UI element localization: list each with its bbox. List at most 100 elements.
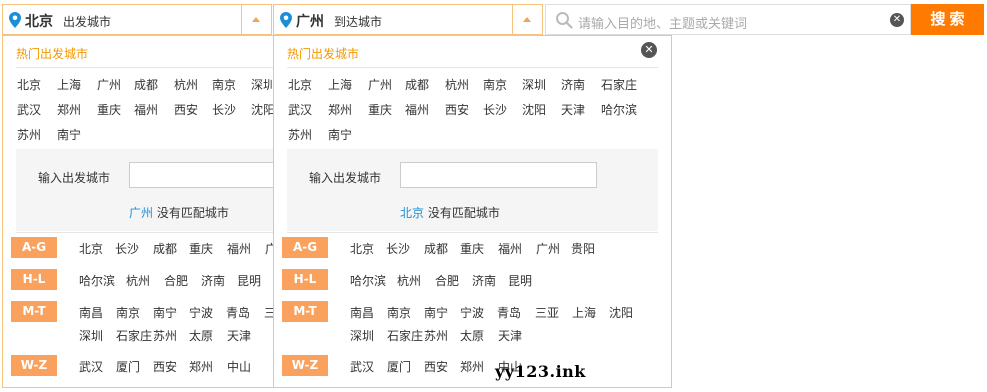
alpha-city-item[interactable]: 哈尔滨 (79, 272, 115, 289)
search-input[interactable]: 请输入目的地、主题或关键词 ✕ (545, 4, 911, 35)
alpha-city-item[interactable]: 南昌 (350, 304, 374, 321)
alpha-city-item[interactable]: 杭州 (126, 272, 150, 289)
hot-city-item[interactable]: 长沙 (483, 101, 507, 118)
alpha-city-item[interactable]: 贵阳 (571, 240, 595, 257)
alpha-city-item[interactable]: 石家庄 (116, 327, 152, 344)
alpha-city-item[interactable]: 深圳 (350, 327, 374, 344)
hot-city-item[interactable]: 重庆 (97, 101, 121, 118)
alpha-city-item[interactable]: 合肥 (164, 272, 188, 289)
hot-city-item[interactable]: 沈阳 (251, 101, 275, 118)
alpha-city-item[interactable]: 济南 (201, 272, 225, 289)
hot-city-item[interactable]: 上海 (328, 76, 352, 93)
alpha-city-item[interactable]: 南宁 (424, 304, 448, 321)
alpha-city-item[interactable]: 重庆 (460, 240, 484, 257)
hot-city-item[interactable]: 南京 (483, 76, 507, 93)
hot-city-item[interactable]: 沈阳 (522, 101, 546, 118)
hot-city-item[interactable]: 深圳 (522, 76, 546, 93)
alpha-city-item[interactable]: 北京 (79, 240, 103, 257)
hot-city-item[interactable]: 郑州 (57, 101, 81, 118)
match-city[interactable]: 广州 (129, 206, 153, 220)
hot-city-item[interactable]: 福州 (134, 101, 158, 118)
alpha-city-item[interactable]: 苏州 (424, 327, 448, 344)
hot-city-item[interactable]: 上海 (57, 76, 81, 93)
alpha-city-item[interactable]: 天津 (227, 327, 251, 344)
hot-city-item[interactable]: 武汉 (17, 101, 41, 118)
hot-city-item[interactable]: 福州 (405, 101, 429, 118)
arrive-toggle[interactable] (512, 5, 542, 34)
alpha-city-item[interactable]: 青岛 (497, 304, 521, 321)
alpha-city-item[interactable]: 太原 (460, 327, 484, 344)
alpha-city-item[interactable]: 沈阳 (609, 304, 633, 321)
alpha-city-item[interactable]: 青岛 (226, 304, 250, 321)
hot-city-item[interactable]: 长沙 (212, 101, 236, 118)
alpha-city-item[interactable]: 太原 (189, 327, 213, 344)
alpha-city-item[interactable]: 西安 (424, 358, 448, 375)
depart-city-selector[interactable]: 北京 出发城市 (2, 4, 272, 35)
hot-city-item[interactable]: 广州 (97, 76, 121, 93)
arrive-city-selector[interactable]: 广州 到达城市 (273, 4, 543, 35)
hot-city-item[interactable]: 南宁 (328, 126, 352, 143)
hot-city-item[interactable]: 杭州 (445, 76, 469, 93)
alpha-city-item[interactable]: 福州 (498, 240, 522, 257)
depart-toggle[interactable] (241, 5, 271, 34)
alpha-city-item[interactable]: 广州 (536, 240, 560, 257)
alpha-city-item[interactable]: 中山 (227, 358, 251, 375)
hot-city-item[interactable]: 杭州 (174, 76, 198, 93)
alpha-city-item[interactable]: 长沙 (386, 240, 410, 257)
alpha-city-item[interactable]: 上海 (572, 304, 596, 321)
hot-city-item[interactable]: 北京 (288, 76, 312, 93)
alpha-city-item[interactable]: 成都 (424, 240, 448, 257)
alpha-city-item[interactable]: 厦门 (116, 358, 140, 375)
hot-city-item[interactable]: 成都 (405, 76, 429, 93)
hot-city-item[interactable]: 哈尔滨 (601, 101, 637, 118)
hot-city-item[interactable]: 石家庄 (601, 76, 637, 93)
alpha-city-item[interactable]: 福州 (227, 240, 251, 257)
arrive-city-input[interactable] (400, 162, 597, 188)
hot-city-item[interactable]: 济南 (561, 76, 585, 93)
alpha-city-item[interactable]: 宁波 (189, 304, 213, 321)
hot-city-item[interactable]: 苏州 (288, 126, 312, 143)
hot-city-item[interactable]: 重庆 (368, 101, 392, 118)
alpha-city-item[interactable]: 南宁 (153, 304, 177, 321)
match-city[interactable]: 北京 (400, 206, 424, 220)
alpha-city-item[interactable]: 宁波 (460, 304, 484, 321)
hot-city-item[interactable]: 郑州 (328, 101, 352, 118)
alpha-city-item[interactable]: 西安 (153, 358, 177, 375)
alpha-city-item[interactable]: 三亚 (535, 304, 559, 321)
alpha-city-item[interactable]: 天津 (498, 327, 522, 344)
hot-city-item[interactable]: 武汉 (288, 101, 312, 118)
alpha-city-item[interactable]: 武汉 (79, 358, 103, 375)
hot-city-item[interactable]: 南京 (212, 76, 236, 93)
hot-city-item[interactable]: 深圳 (251, 76, 275, 93)
hot-city-item[interactable]: 天津 (561, 101, 585, 118)
alpha-city-item[interactable]: 苏州 (153, 327, 177, 344)
hot-city-item[interactable]: 西安 (174, 101, 198, 118)
alpha-city-item[interactable]: 重庆 (189, 240, 213, 257)
alpha-city-item[interactable]: 南昌 (79, 304, 103, 321)
hot-city-item[interactable]: 北京 (17, 76, 41, 93)
alpha-city-item[interactable]: 杭州 (397, 272, 421, 289)
alpha-city-item[interactable]: 石家庄 (387, 327, 423, 344)
search-button[interactable]: 搜索 (911, 4, 984, 35)
hot-city-item[interactable]: 成都 (134, 76, 158, 93)
alpha-city-item[interactable]: 深圳 (79, 327, 103, 344)
alpha-city-item[interactable]: 郑州 (460, 358, 484, 375)
alpha-city-item[interactable]: 北京 (350, 240, 374, 257)
hot-city-item[interactable]: 苏州 (17, 126, 41, 143)
alpha-city-item[interactable]: 武汉 (350, 358, 374, 375)
alpha-city-item[interactable]: 南京 (387, 304, 411, 321)
hot-city-item[interactable]: 南宁 (57, 126, 81, 143)
alpha-city-item[interactable]: 合肥 (435, 272, 459, 289)
alpha-city-item[interactable]: 南京 (116, 304, 140, 321)
alpha-city-item[interactable]: 哈尔滨 (350, 272, 386, 289)
alpha-city-item[interactable]: 济南 (472, 272, 496, 289)
alpha-city-item[interactable]: 厦门 (387, 358, 411, 375)
alpha-city-item[interactable]: 郑州 (189, 358, 213, 375)
alpha-city-item[interactable]: 成都 (153, 240, 177, 257)
alpha-city-item[interactable]: 昆明 (508, 272, 532, 289)
hot-city-item[interactable]: 广州 (368, 76, 392, 93)
hot-city-item[interactable]: 西安 (445, 101, 469, 118)
clear-icon[interactable]: ✕ (890, 13, 904, 27)
alpha-city-item[interactable]: 长沙 (115, 240, 139, 257)
close-icon[interactable]: ✕ (641, 42, 657, 58)
